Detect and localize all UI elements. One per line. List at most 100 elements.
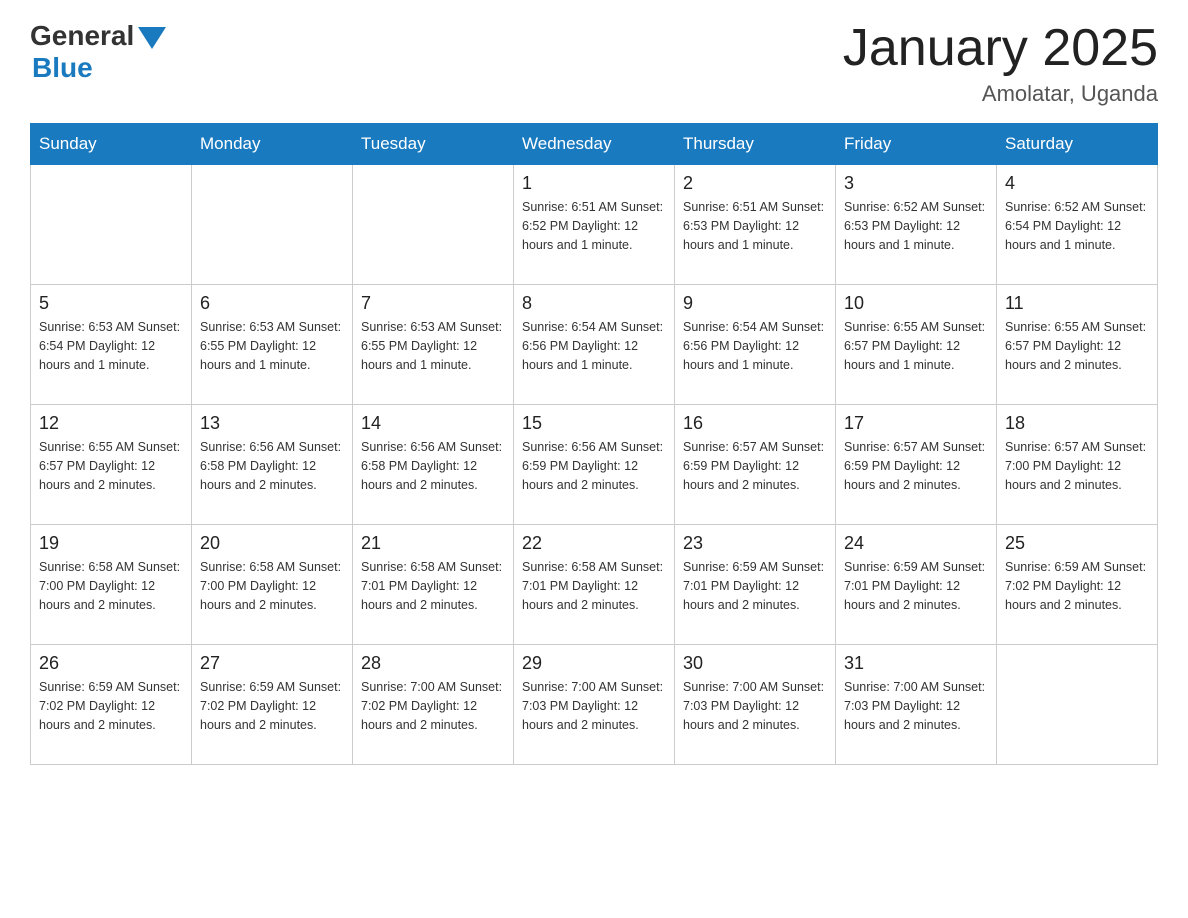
week-row-2: 5 Sunrise: 6:53 AM Sunset: 6:54 PM Daylig… (31, 285, 1158, 405)
day-info: Sunrise: 6:57 AM Sunset: 6:59 PM Dayligh… (844, 438, 988, 494)
day-info: Sunrise: 6:51 AM Sunset: 6:52 PM Dayligh… (522, 198, 666, 254)
day-info: Sunrise: 6:58 AM Sunset: 7:00 PM Dayligh… (200, 558, 344, 614)
day-info: Sunrise: 6:52 AM Sunset: 6:54 PM Dayligh… (1005, 198, 1149, 254)
day-number: 16 (683, 413, 827, 434)
day-number: 25 (1005, 533, 1149, 554)
day-number: 9 (683, 293, 827, 314)
calendar-cell: 7 Sunrise: 6:53 AM Sunset: 6:55 PM Daylig… (353, 285, 514, 405)
day-info: Sunrise: 6:57 AM Sunset: 6:59 PM Dayligh… (683, 438, 827, 494)
day-number: 1 (522, 173, 666, 194)
calendar-cell: 6 Sunrise: 6:53 AM Sunset: 6:55 PM Daylig… (192, 285, 353, 405)
calendar-cell: 12Sunrise: 6:55 AM Sunset: 6:57 PM Dayli… (31, 405, 192, 525)
day-number: 17 (844, 413, 988, 434)
calendar-cell: 18 Sunrise: 6:57 AM Sunset: 7:00 PM Dayli… (997, 405, 1158, 525)
day-info: Sunrise: 6:54 AM Sunset: 6:56 PM Dayligh… (522, 318, 666, 374)
day-info: Sunrise: 6:52 AM Sunset: 6:53 PM Dayligh… (844, 198, 988, 254)
day-number: 21 (361, 533, 505, 554)
day-info: Sunrise: 7:00 AM Sunset: 7:03 PM Dayligh… (522, 678, 666, 734)
day-info: Sunrise: 6:59 AM Sunset: 7:01 PM Dayligh… (844, 558, 988, 614)
weekday-header-monday: Monday (192, 124, 353, 165)
day-number: 29 (522, 653, 666, 674)
calendar-cell: 17 Sunrise: 6:57 AM Sunset: 6:59 PM Dayli… (836, 405, 997, 525)
day-number: 14 (361, 413, 505, 434)
day-number: 5 (39, 293, 183, 314)
day-number: 7 (361, 293, 505, 314)
week-row-1: 1 Sunrise: 6:51 AM Sunset: 6:52 PM Daylig… (31, 165, 1158, 285)
weekday-header-wednesday: Wednesday (514, 124, 675, 165)
calendar-cell: 8 Sunrise: 6:54 AM Sunset: 6:56 PM Daylig… (514, 285, 675, 405)
day-info: Sunrise: 6:51 AM Sunset: 6:53 PM Dayligh… (683, 198, 827, 254)
day-info: Sunrise: 6:55 AM Sunset: 6:57 PM Dayligh… (1005, 318, 1149, 374)
calendar-cell: 3 Sunrise: 6:52 AM Sunset: 6:53 PM Daylig… (836, 165, 997, 285)
day-info: Sunrise: 6:58 AM Sunset: 7:01 PM Dayligh… (522, 558, 666, 614)
calendar-cell (31, 165, 192, 285)
day-number: 11 (1005, 293, 1149, 314)
day-number: 18 (1005, 413, 1149, 434)
day-info: Sunrise: 6:57 AM Sunset: 7:00 PM Dayligh… (1005, 438, 1149, 494)
logo-blue-text: Blue (32, 52, 93, 84)
weekday-header-thursday: Thursday (675, 124, 836, 165)
calendar-cell: 21 Sunrise: 6:58 AM Sunset: 7:01 PM Dayli… (353, 525, 514, 645)
calendar-cell: 24 Sunrise: 6:59 AM Sunset: 7:01 PM Dayli… (836, 525, 997, 645)
day-info: Sunrise: 6:56 AM Sunset: 6:59 PM Dayligh… (522, 438, 666, 494)
logo-triangle-icon (138, 27, 166, 49)
day-info: Sunrise: 6:54 AM Sunset: 6:56 PM Dayligh… (683, 318, 827, 374)
day-info: Sunrise: 6:55 AM Sunset: 6:57 PM Dayligh… (844, 318, 988, 374)
day-number: 13 (200, 413, 344, 434)
calendar-cell (353, 165, 514, 285)
day-number: 12 (39, 413, 183, 434)
calendar-cell: 14 Sunrise: 6:56 AM Sunset: 6:58 PM Dayli… (353, 405, 514, 525)
calendar-cell: 19Sunrise: 6:58 AM Sunset: 7:00 PM Dayli… (31, 525, 192, 645)
day-info: Sunrise: 6:59 AM Sunset: 7:02 PM Dayligh… (200, 678, 344, 734)
day-number: 19 (39, 533, 183, 554)
weekday-header-sunday: Sunday (31, 124, 192, 165)
calendar-cell: 2Sunrise: 6:51 AM Sunset: 6:53 PM Daylig… (675, 165, 836, 285)
day-info: Sunrise: 7:00 AM Sunset: 7:03 PM Dayligh… (683, 678, 827, 734)
day-number: 27 (200, 653, 344, 674)
weekday-header-friday: Friday (836, 124, 997, 165)
weekday-header-tuesday: Tuesday (353, 124, 514, 165)
day-info: Sunrise: 6:53 AM Sunset: 6:55 PM Dayligh… (361, 318, 505, 374)
calendar-cell: 4 Sunrise: 6:52 AM Sunset: 6:54 PM Daylig… (997, 165, 1158, 285)
title-section: January 2025 Amolatar, Uganda (843, 20, 1158, 107)
day-info: Sunrise: 6:59 AM Sunset: 7:02 PM Dayligh… (1005, 558, 1149, 614)
day-number: 24 (844, 533, 988, 554)
day-number: 6 (200, 293, 344, 314)
day-info: Sunrise: 6:56 AM Sunset: 6:58 PM Dayligh… (200, 438, 344, 494)
calendar-cell: 13 Sunrise: 6:56 AM Sunset: 6:58 PM Dayli… (192, 405, 353, 525)
day-number: 4 (1005, 173, 1149, 194)
week-row-5: 26 Sunrise: 6:59 AM Sunset: 7:02 PM Dayli… (31, 645, 1158, 765)
calendar-cell: 23Sunrise: 6:59 AM Sunset: 7:01 PM Dayli… (675, 525, 836, 645)
day-info: Sunrise: 6:53 AM Sunset: 6:54 PM Dayligh… (39, 318, 183, 374)
day-info: Sunrise: 7:00 AM Sunset: 7:03 PM Dayligh… (844, 678, 988, 734)
calendar-cell: 15 Sunrise: 6:56 AM Sunset: 6:59 PM Dayli… (514, 405, 675, 525)
day-info: Sunrise: 6:53 AM Sunset: 6:55 PM Dayligh… (200, 318, 344, 374)
day-info: Sunrise: 7:00 AM Sunset: 7:02 PM Dayligh… (361, 678, 505, 734)
weekday-header-saturday: Saturday (997, 124, 1158, 165)
day-number: 31 (844, 653, 988, 674)
day-number: 3 (844, 173, 988, 194)
day-info: Sunrise: 6:58 AM Sunset: 7:01 PM Dayligh… (361, 558, 505, 614)
logo-general-text: General (30, 20, 134, 52)
week-row-4: 19 Sunrise: 6:58 AM Sunset: 7:00 PM Dayli… (31, 525, 1158, 645)
calendar-cell: 1 Sunrise: 6:51 AM Sunset: 6:52 PM Daylig… (514, 165, 675, 285)
calendar-cell: 31 Sunrise: 7:00 AM Sunset: 7:03 PM Dayli… (836, 645, 997, 765)
day-number: 8 (522, 293, 666, 314)
calendar-cell: 5 Sunrise: 6:53 AM Sunset: 6:54 PM Daylig… (31, 285, 192, 405)
calendar-cell: 20Sunrise: 6:58 AM Sunset: 7:00 PM Dayli… (192, 525, 353, 645)
calendar-cell: 9 Sunrise: 6:54 AM Sunset: 6:56 PM Daylig… (675, 285, 836, 405)
day-number: 30 (683, 653, 827, 674)
weekday-header-row: SundayMondayTuesdayWednesdayThursdayFrid… (31, 124, 1158, 165)
calendar-cell: 27 Sunrise: 6:59 AM Sunset: 7:02 PM Dayli… (192, 645, 353, 765)
calendar-cell: 28Sunrise: 7:00 AM Sunset: 7:02 PM Dayli… (353, 645, 514, 765)
day-number: 15 (522, 413, 666, 434)
logo: General Blue (30, 20, 166, 84)
calendar-table: SundayMondayTuesdayWednesdayThursdayFrid… (30, 123, 1158, 765)
calendar-cell: 26 Sunrise: 6:59 AM Sunset: 7:02 PM Dayli… (31, 645, 192, 765)
calendar-cell: 30 Sunrise: 7:00 AM Sunset: 7:03 PM Dayli… (675, 645, 836, 765)
calendar-cell: 16 Sunrise: 6:57 AM Sunset: 6:59 PM Dayli… (675, 405, 836, 525)
week-row-3: 12Sunrise: 6:55 AM Sunset: 6:57 PM Dayli… (31, 405, 1158, 525)
day-number: 26 (39, 653, 183, 674)
day-info: Sunrise: 6:59 AM Sunset: 7:02 PM Dayligh… (39, 678, 183, 734)
day-info: Sunrise: 6:56 AM Sunset: 6:58 PM Dayligh… (361, 438, 505, 494)
